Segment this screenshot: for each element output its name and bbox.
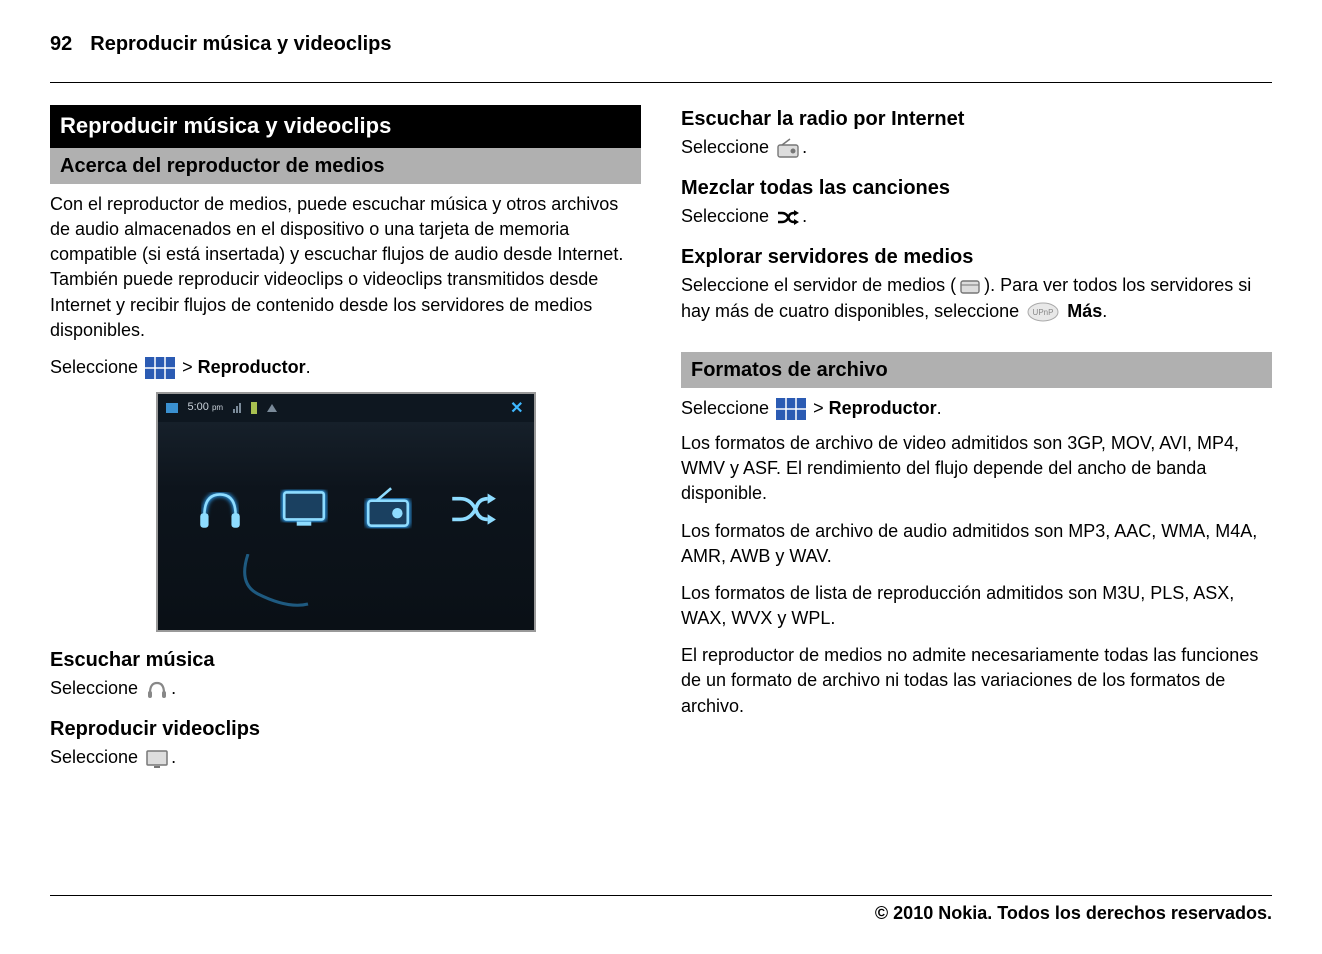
select-reproductor-line: Seleccione > Reproductor. [50, 355, 641, 380]
svg-text:UPnP: UPnP [1033, 308, 1054, 317]
section-title-black: Reproducir música y videoclips [50, 105, 641, 148]
right-column: Escuchar la radio por Internet Seleccion… [681, 105, 1272, 780]
select-reproductor-line-2: Seleccione > Reproductor. [681, 396, 1272, 421]
content-columns: Reproducir música y videoclips Acerca de… [50, 105, 1272, 780]
page-header: 92 Reproducir música y videoclips [50, 30, 1272, 64]
heading-shuffle-all: Mezclar todas las canciones [681, 174, 1272, 202]
heading-play-videoclips: Reproducir videoclips [50, 715, 641, 743]
apps-grid-icon [776, 398, 806, 420]
heading-listen-music: Escuchar música [50, 646, 641, 674]
period: . [802, 137, 807, 157]
heading-internet-radio: Escuchar la radio por Internet [681, 105, 1272, 133]
close-icon: ✕ [510, 398, 523, 420]
screenshot-icon-row [158, 482, 534, 534]
media-player-screenshot: 5:00 pm ✕ [156, 392, 536, 632]
video-formats-paragraph: Los formatos de archivo de video admitid… [681, 431, 1272, 507]
statusbar-wifi-icon [267, 404, 277, 412]
server-icon [958, 276, 982, 298]
audio-formats-paragraph: Los formatos de archivo de audio admitid… [681, 519, 1272, 569]
period: . [171, 747, 176, 767]
period: . [937, 398, 942, 418]
screen-icon [145, 748, 169, 770]
shuffle-glow-icon [446, 482, 498, 534]
line-internet-radio: Seleccione . [681, 135, 1272, 160]
intro-paragraph: Con el reproductor de medios, puede escu… [50, 192, 641, 343]
apps-grid-icon [145, 357, 175, 379]
select-prefix-2: Seleccione [681, 398, 774, 418]
select-prefix-music: Seleccione [50, 678, 143, 698]
servers-more-label: Más [1067, 301, 1102, 321]
statusbar-window-icon [166, 403, 178, 413]
reproductor-label: Reproductor [198, 357, 306, 377]
shuffle-icon [776, 206, 800, 228]
headphones-glow-icon [194, 482, 246, 534]
page-number: 92 [50, 30, 72, 58]
gt-separator: > [182, 357, 198, 377]
period: . [802, 206, 807, 226]
period: . [306, 357, 311, 377]
heading-browse-servers: Explorar servidores de medios [681, 243, 1272, 271]
playlist-formats-paragraph: Los formatos de lista de reproducción ad… [681, 581, 1272, 631]
left-column: Reproducir música y videoclips Acerca de… [50, 105, 641, 780]
footer-copyright: © 2010 Nokia. Todos los derechos reserva… [50, 893, 1272, 926]
radio-icon [776, 137, 800, 159]
statusbar-battery-icon [251, 402, 257, 414]
header-rule [50, 82, 1272, 83]
select-prefix-shuffle: Seleccione [681, 206, 774, 226]
statusbar-signal-icon [233, 403, 241, 413]
page-header-title: Reproducir música y videoclips [90, 30, 391, 58]
line-play-videoclips: Seleccione . [50, 745, 641, 770]
period: . [171, 678, 176, 698]
select-prefix: Seleccione [50, 357, 143, 377]
section-subtitle-gray: Acerca del reproductor de medios [50, 148, 641, 184]
disclaimer-paragraph: El reproductor de medios no admite neces… [681, 643, 1272, 719]
select-prefix-radio: Seleccione [681, 137, 774, 157]
line-shuffle-all: Seleccione . [681, 204, 1272, 229]
gt-separator-2: > [813, 398, 829, 418]
reproductor-label-2: Reproductor [829, 398, 937, 418]
screen-glow-icon [278, 482, 330, 534]
servers-text-1: Seleccione el servidor de medios ( [681, 275, 956, 295]
radio-glow-icon [362, 482, 414, 534]
headphones-icon [145, 678, 169, 700]
line-listen-music: Seleccione . [50, 676, 641, 701]
gray-bar-file-formats: Formatos de archivo [681, 352, 1272, 388]
period: . [1102, 301, 1107, 321]
line-browse-servers: Seleccione el servidor de medios ( ). Pa… [681, 273, 1272, 323]
statusbar-time: 5:00 pm [188, 400, 224, 415]
upnp-icon: UPnP [1026, 301, 1060, 323]
select-prefix-video: Seleccione [50, 747, 143, 767]
headphone-cable [238, 554, 318, 614]
screenshot-statusbar: 5:00 pm ✕ [158, 394, 534, 422]
